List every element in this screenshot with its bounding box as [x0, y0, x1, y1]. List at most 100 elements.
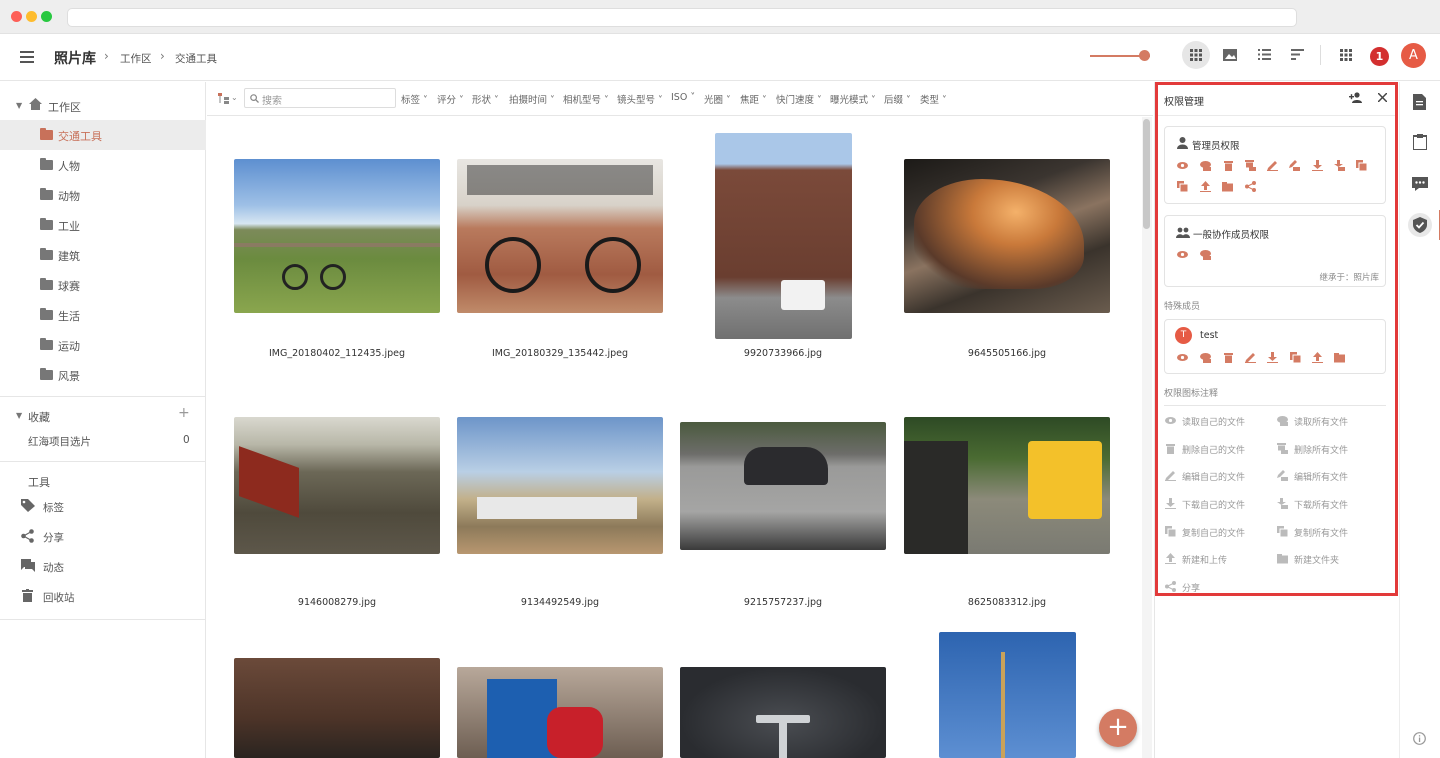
browser-chrome — [0, 0, 1440, 34]
favorite-item-label[interactable]: 红海项目选片 — [28, 434, 91, 449]
close-window-button[interactable] — [11, 11, 22, 22]
divider — [0, 461, 206, 462]
bike-wheel — [320, 264, 346, 290]
maximize-window-button[interactable] — [41, 11, 52, 22]
photo-thumbnail[interactable] — [234, 159, 440, 313]
chevron-right-icon: › — [104, 49, 109, 63]
photo-caption: 9146008279.jpg — [297, 597, 377, 608]
tool-share[interactable]: 分享 — [43, 530, 64, 545]
sidebar-folder-life[interactable]: 生活 — [0, 300, 206, 330]
photo-thumbnail[interactable] — [904, 417, 1110, 554]
sidebar-folder-industry[interactable]: 工业 — [0, 210, 206, 240]
filter-shutter-speed[interactable]: 快门速度 ˅ — [776, 92, 822, 106]
grid-view-button[interactable] — [1182, 41, 1210, 69]
scrollbar[interactable] — [1142, 117, 1152, 758]
home-icon — [29, 98, 42, 110]
app-title[interactable]: 照片库 — [54, 48, 96, 68]
permission-tab-button[interactable] — [1408, 213, 1432, 237]
photo-caption: 9920733966.jpg — [743, 348, 823, 359]
photo-thumbnail[interactable] — [904, 159, 1110, 313]
breadcrumb-workspace[interactable]: 工作区 — [120, 51, 152, 66]
sidebar-folder-vehicles[interactable]: 交通工具 — [0, 120, 206, 150]
filter-lens-model[interactable]: 镜头型号 ˅ — [617, 92, 663, 106]
filter-exposure-mode[interactable]: 曝光模式 ˅ — [830, 92, 876, 106]
chevron-down-icon[interactable]: ⌄ — [231, 93, 238, 102]
tree-view-icon[interactable] — [218, 93, 229, 104]
zoom-slider-handle[interactable] — [1139, 50, 1150, 61]
filter-camera-model[interactable]: 相机型号 ˅ — [563, 92, 609, 106]
photo-thumbnail[interactable] — [680, 422, 886, 550]
image-view-icon[interactable] — [1223, 49, 1237, 61]
filter-shot-time[interactable]: 拍摄时间 ˅ — [509, 92, 555, 106]
folder-icon — [40, 248, 53, 260]
scrollbar-thumb[interactable] — [1143, 119, 1150, 229]
address-bar[interactable] — [67, 8, 1297, 27]
folder-icon — [40, 128, 53, 140]
add-button[interactable]: + — [1099, 709, 1137, 747]
photo-caption: 9645505166.jpg — [967, 348, 1047, 359]
favorite-item-count: 0 — [183, 434, 190, 446]
bike-wheel — [282, 264, 308, 290]
photo-thumbnail[interactable] — [680, 667, 886, 758]
document-icon[interactable] — [1413, 94, 1426, 110]
filter-type[interactable]: 类型 ˅ — [920, 92, 947, 106]
tool-tags[interactable]: 标签 — [43, 500, 64, 515]
filter-bar: ⌄ 搜索 标签 ˅ 评分 ˅ 形状 ˅ 拍摄时间 ˅ 相机型号 ˅ 镜头型号 ˅… — [207, 82, 1153, 116]
photo-caption: IMG_20180329_135442.jpeg — [491, 348, 629, 359]
comment-icon[interactable] — [1412, 177, 1428, 191]
tool-activity[interactable]: 动态 — [43, 560, 64, 575]
list-view-icon[interactable] — [1258, 49, 1271, 60]
photo-caption: 9134492549.jpg — [520, 597, 600, 608]
sidebar-folder-animals[interactable]: 动物 — [0, 180, 206, 210]
filter-aperture[interactable]: 光圈 ˅ — [704, 92, 731, 106]
add-favorite-button[interactable]: + — [178, 405, 190, 421]
search-input[interactable]: 搜索 — [244, 88, 396, 108]
avatar[interactable]: A — [1401, 43, 1426, 68]
photo-caption: IMG_20180402_112435.jpeg — [268, 348, 406, 359]
minimize-window-button[interactable] — [26, 11, 37, 22]
filter-suffix[interactable]: 后缀 ˅ — [884, 92, 911, 106]
share-icon — [21, 529, 34, 543]
clipboard-icon[interactable] — [1413, 134, 1427, 150]
filter-focal-length[interactable]: 焦距 ˅ — [740, 92, 767, 106]
photo-thumbnail[interactable] — [939, 632, 1076, 758]
collapse-arrow-icon[interactable]: ▼ — [16, 101, 22, 110]
sidebar-folder-architecture[interactable]: 建筑 — [0, 240, 206, 270]
photo-thumbnail[interactable] — [715, 133, 852, 339]
divider — [0, 396, 206, 397]
apps-icon[interactable] — [1340, 49, 1352, 61]
collapse-arrow-icon[interactable]: ▼ — [16, 411, 22, 420]
menu-icon[interactable] — [20, 51, 34, 63]
tool-trash[interactable]: 回收站 — [43, 590, 75, 605]
chat-icon — [21, 559, 35, 572]
folder-icon — [40, 188, 53, 200]
sidebar-folder-scenery[interactable]: 风景 — [0, 360, 206, 390]
filter-iso[interactable]: ISO ˅ — [671, 92, 695, 103]
filter-shape[interactable]: 形状 ˅ — [472, 92, 499, 106]
sort-icon[interactable] — [1291, 49, 1304, 60]
tools-title: 工具 — [28, 476, 50, 489]
sidebar-folder-games[interactable]: 球赛 — [0, 270, 206, 300]
photo-thumbnail[interactable] — [457, 159, 663, 313]
info-icon[interactable] — [1413, 732, 1426, 745]
bike-wheel — [585, 237, 641, 293]
filter-tag[interactable]: 标签 ˅ — [401, 92, 428, 106]
photo-thumbnail[interactable] — [234, 417, 440, 554]
photo-thumbnail[interactable] — [234, 658, 440, 758]
photo-thumbnail[interactable] — [457, 417, 663, 554]
notification-badge[interactable]: 1 — [1370, 47, 1389, 66]
sidebar-folder-sports[interactable]: 运动 — [0, 330, 206, 360]
sidebar-folder-people[interactable]: 人物 — [0, 150, 206, 180]
photo-caption: 9215757237.jpg — [743, 597, 823, 608]
app-header: 照片库 › 工作区 › 交通工具 1 A — [0, 35, 1440, 81]
highlight-frame — [1155, 82, 1398, 596]
photo-grid: IMG_20180402_112435.jpeg IMG_20180329_13… — [207, 117, 1142, 758]
sidebar-root-label[interactable]: 工作区 — [48, 99, 81, 115]
folder-icon — [40, 368, 53, 380]
folder-icon — [40, 278, 53, 290]
trash-icon — [22, 589, 33, 602]
search-icon — [250, 94, 259, 103]
filter-rating[interactable]: 评分 ˅ — [437, 92, 464, 106]
folder-icon — [40, 308, 53, 320]
photo-thumbnail[interactable] — [457, 667, 663, 758]
